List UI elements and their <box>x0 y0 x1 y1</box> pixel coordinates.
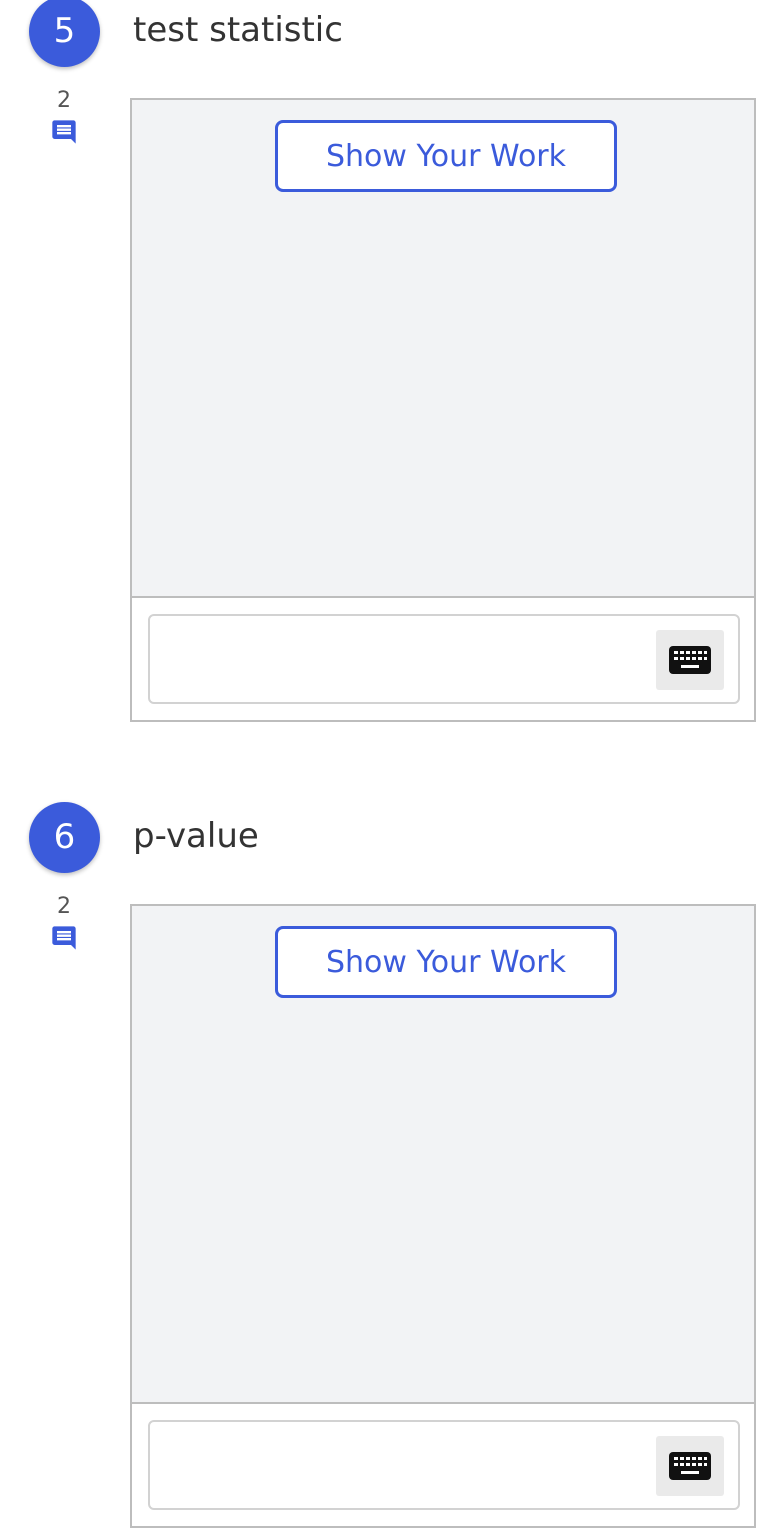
show-your-work-button[interactable]: Show Your Work <box>275 926 617 998</box>
work-canvas[interactable]: Show Your Work <box>132 100 754 598</box>
question-number-badge: 6 <box>29 802 100 873</box>
answer-row <box>132 598 754 720</box>
show-your-work-button[interactable]: Show Your Work <box>275 120 617 192</box>
comment-count: 2 <box>57 894 71 919</box>
keyboard-icon <box>669 646 711 674</box>
comment-count: 2 <box>57 88 71 113</box>
comment-icon <box>52 926 76 950</box>
keyboard-icon <box>669 1452 711 1480</box>
answer-input[interactable] <box>148 614 740 704</box>
work-panel: Show Your Work <box>130 98 756 722</box>
keyboard-button[interactable] <box>656 630 724 690</box>
answer-row <box>132 1404 754 1526</box>
question-title: p-value <box>133 816 259 856</box>
work-canvas[interactable]: Show Your Work <box>132 906 754 1404</box>
work-panel: Show Your Work <box>130 904 756 1528</box>
comment-icon <box>52 120 76 144</box>
keyboard-button[interactable] <box>656 1436 724 1496</box>
comments-button[interactable]: 2 <box>40 88 88 146</box>
comments-button[interactable]: 2 <box>40 894 88 952</box>
question-title: test statistic <box>133 10 343 50</box>
question-number-badge: 5 <box>29 0 100 67</box>
answer-input[interactable] <box>148 1420 740 1510</box>
